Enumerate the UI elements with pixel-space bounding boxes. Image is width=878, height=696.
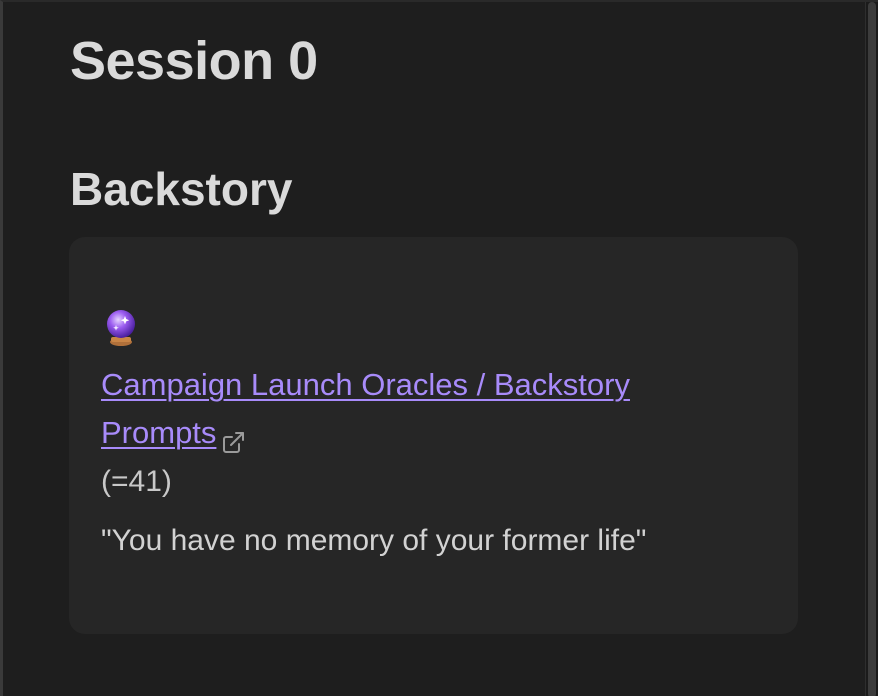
scrollbar[interactable] <box>865 2 878 696</box>
page-title: Session 0 <box>70 31 318 91</box>
section-heading: Backstory <box>70 163 293 215</box>
note-view: Session 0 Backstory Campaign Launch Orac… <box>0 0 878 696</box>
scrollbar-thumb[interactable] <box>868 2 876 696</box>
oracle-callout: Campaign Launch Oracles / Backstory Prom… <box>69 237 798 634</box>
oracle-result-text: "You have no memory of your former life" <box>101 524 647 557</box>
oracle-link[interactable]: Campaign Launch Oracles / Backstory Prom… <box>101 361 741 457</box>
external-link-icon[interactable] <box>220 422 246 453</box>
roll-result: (=41) <box>101 465 172 498</box>
oracle-link-text[interactable]: Campaign Launch Oracles / Backstory Prom… <box>101 367 630 450</box>
crystal-ball-icon <box>101 307 141 347</box>
